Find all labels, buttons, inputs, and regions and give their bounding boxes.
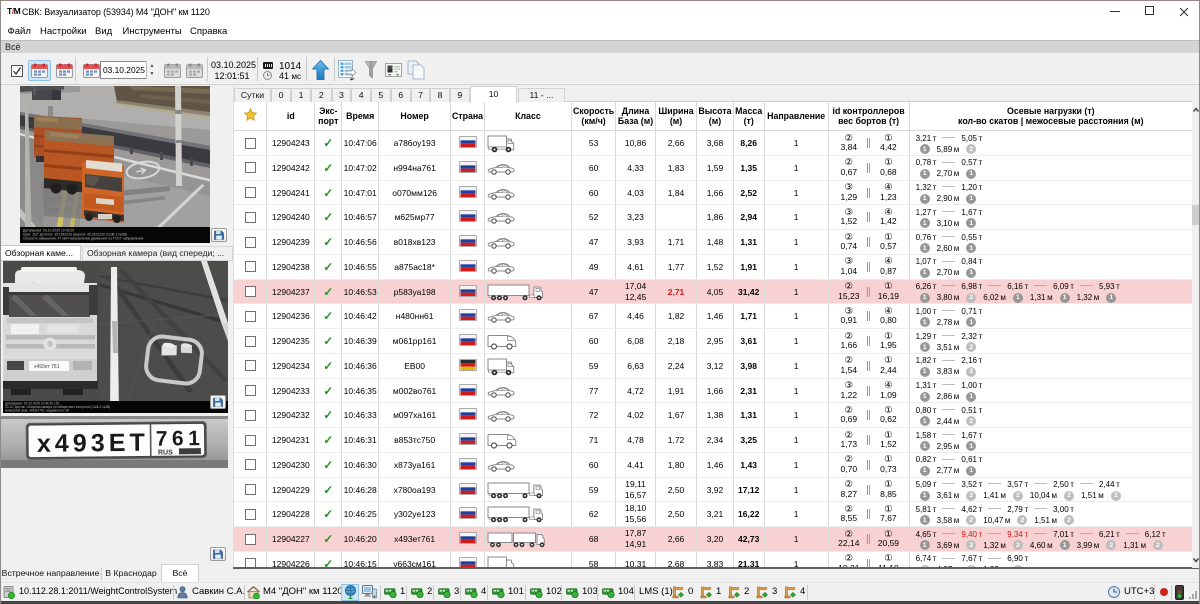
svg-text:RUS: RUS [158,449,173,456]
svg-text:х493ет 761: х493ет 761 [34,364,60,370]
svg-text:Скорость измерения: 47 км/ч н: Скорость измерения: 47 км/ч направление … [23,237,144,241]
svg-text:Номерной знак: х493ет761, наде: Номерной знак: х493ет761, надежность: 99 [5,409,69,413]
svg-text:761: 761 [156,427,201,450]
